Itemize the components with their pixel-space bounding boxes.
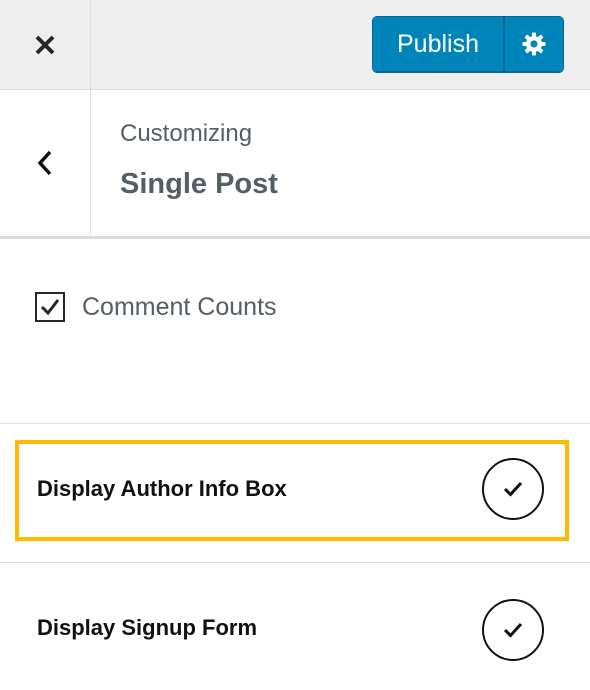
publish-settings-button[interactable]: [505, 17, 563, 71]
close-icon: [35, 35, 55, 54]
back-button[interactable]: [0, 90, 91, 236]
comment-counts-label: Comment Counts: [82, 292, 277, 321]
section-title: Single Post: [120, 168, 278, 200]
gear-icon: [522, 32, 546, 56]
publish-button[interactable]: Publish: [373, 17, 505, 71]
checkmark-icon: [40, 299, 60, 316]
section-eyebrow: Customizing: [120, 120, 253, 147]
signup-form-label: Display Signup Form: [37, 615, 258, 640]
signup-form-toggle[interactable]: [482, 599, 544, 661]
author-info-box-toggle[interactable]: [482, 458, 544, 520]
publish-button-group: Publish: [372, 16, 564, 72]
checkmark-icon: [503, 622, 523, 638]
signup-form-option: Display Signup Form: [0, 563, 590, 690]
section-header: Customizing Single Post: [0, 90, 590, 239]
close-button[interactable]: [0, 0, 91, 89]
author-info-box-option: Display Author Info Box: [0, 440, 590, 541]
divider: [0, 423, 590, 424]
author-info-box-label: Display Author Info Box: [37, 476, 287, 501]
chevron-left-icon: [37, 150, 52, 176]
customizer-header: Publish: [0, 0, 590, 90]
comment-counts-checkbox[interactable]: [35, 292, 65, 322]
checkmark-icon: [503, 481, 523, 497]
comment-counts-option[interactable]: Comment Counts: [35, 292, 277, 322]
